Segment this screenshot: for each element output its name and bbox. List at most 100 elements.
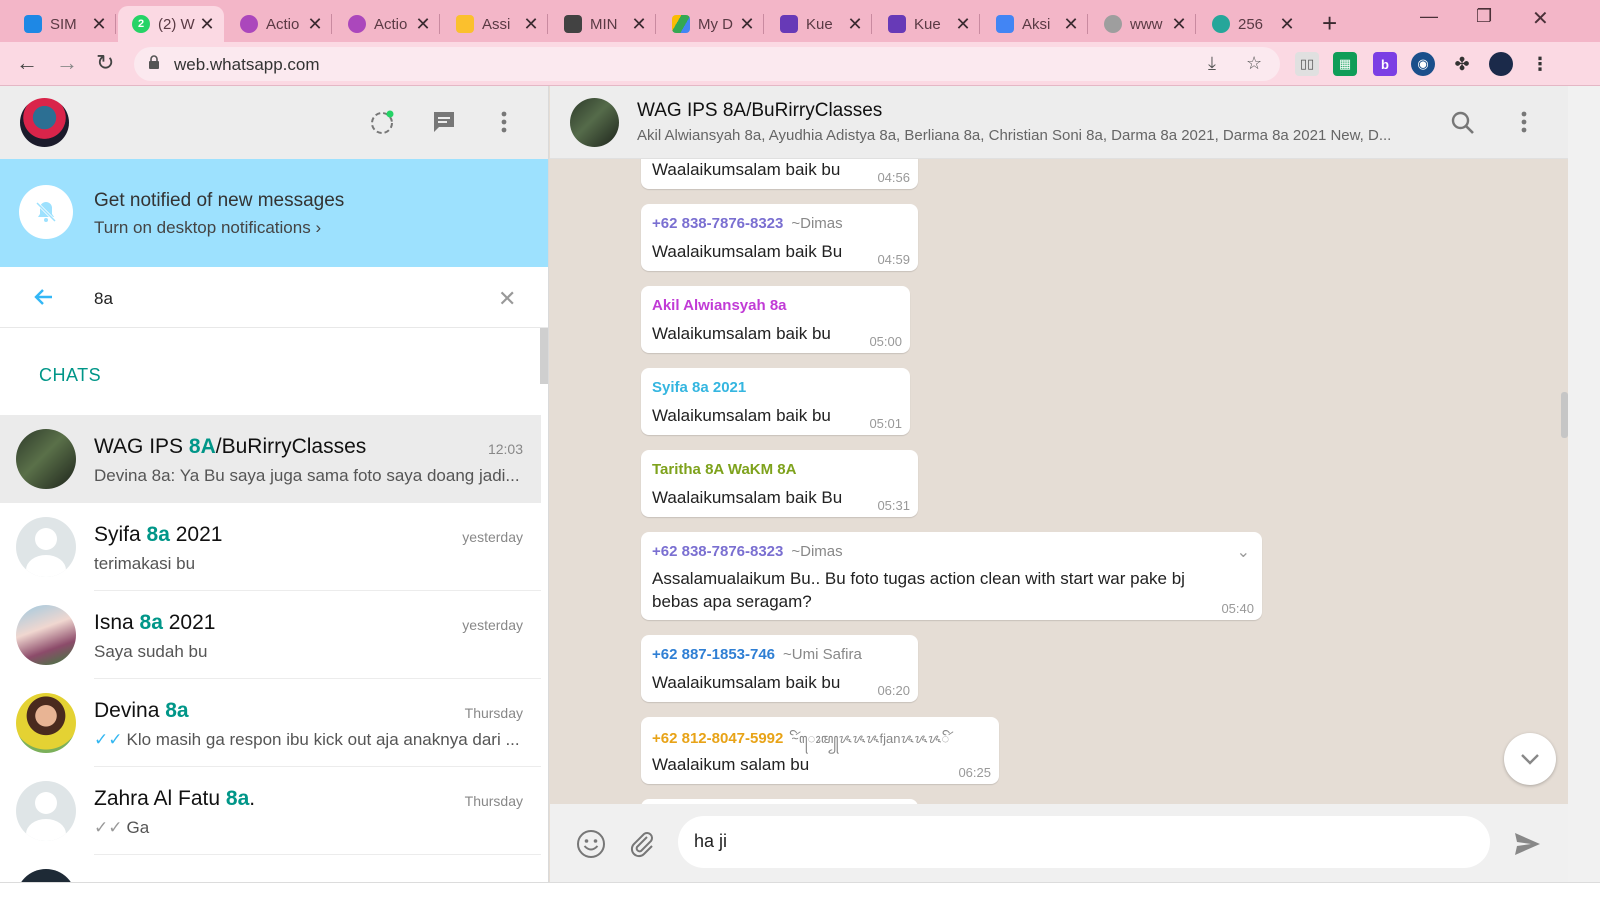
message-bubble[interactable]: Syifa 8a 2021 Walaikumsalam baik bu 05:0… xyxy=(641,368,910,435)
forms-favicon-icon xyxy=(780,15,798,33)
chevron-down-icon[interactable]: ⌄ xyxy=(1237,542,1250,562)
close-tab-icon[interactable]: ✕ xyxy=(522,14,540,35)
chat-item[interactable]: WAG IPS 8A/BuRirryClasses 12:03 Devina 8… xyxy=(0,415,541,503)
new-tab-icon[interactable]: + xyxy=(1322,8,1337,39)
close-tab-icon[interactable]: ✕ xyxy=(630,14,648,35)
chat-name: Isna 8a 2021 xyxy=(94,611,216,634)
status-icon[interactable] xyxy=(368,108,396,136)
message-bubble[interactable]: +62 838-7876-8323 ~Dimas Waalaikumsalam b… xyxy=(641,204,918,271)
puzzle-extensions-icon[interactable]: ✤ xyxy=(1450,52,1474,76)
chat-item[interactable]: Syifa 8a 2021 yesterday terimakasi bu xyxy=(0,503,541,591)
enable-notifications-link[interactable]: Turn on desktop notifications › xyxy=(94,218,321,238)
close-tab-icon[interactable]: ✕ xyxy=(846,14,864,35)
send-icon[interactable] xyxy=(1512,829,1542,859)
bookmark-star-icon[interactable]: ☆ xyxy=(1246,53,1262,74)
search-bar[interactable]: 8a ✕ xyxy=(0,267,548,328)
browser-tab-assi[interactable]: Assi ✕ xyxy=(442,6,548,42)
back-arrow-icon[interactable]: ← xyxy=(16,50,38,76)
conversation-menu-icon[interactable] xyxy=(1510,108,1538,136)
scroll-to-bottom-button[interactable] xyxy=(1504,733,1556,785)
browser-tab-actio[interactable]: Actio ✕ xyxy=(226,6,332,42)
message-text: Waalaikumsalam baik Bu xyxy=(652,242,843,261)
emoji-icon[interactable] xyxy=(576,829,606,859)
browser-toolbar: ← → ↻ web.whatsapp.com ⤓ ☆ ▯▯ ▦ b ◉ ✤ ⋮ xyxy=(0,42,1600,86)
chat-item[interactable] xyxy=(0,855,541,882)
message-bubble[interactable]: Akil Alwiansyah 8a Walaikumsalam baik bu… xyxy=(641,286,910,353)
search-input[interactable]: 8a xyxy=(94,289,113,309)
close-tab-icon[interactable]: ✕ xyxy=(954,14,972,35)
message-list[interactable]: Waalaikumsalam baik bu 04:56 +62 838-787… xyxy=(550,159,1568,804)
message-bubble[interactable]: Taritha 8A WaKM 8A Waalaikumsalam baik B… xyxy=(641,450,918,517)
group-avatar[interactable] xyxy=(570,98,619,147)
message-sender: Syifa 8a 2021 xyxy=(652,379,747,396)
browser-menu-icon[interactable]: ⋮ xyxy=(1528,52,1552,76)
chat-avatar xyxy=(16,429,76,489)
chat-preview: ✓✓ Klo masih ga respon ibu kick out aja a… xyxy=(94,730,520,749)
browser-tab-www[interactable]: www ✕ xyxy=(1090,6,1196,42)
reading-mode-icon[interactable]: ▯▯ xyxy=(1295,52,1319,76)
clear-search-icon[interactable]: ✕ xyxy=(498,286,516,312)
restore-icon[interactable]: ❐ xyxy=(1476,6,1492,27)
docs-favicon-icon xyxy=(996,15,1014,33)
delivered-ticks-icon: ✓✓ xyxy=(94,818,123,837)
page-scrollbar-thumb[interactable] xyxy=(1561,392,1568,438)
tab-title: Assi xyxy=(482,15,511,33)
close-tab-icon[interactable]: ✕ xyxy=(1278,14,1296,35)
browser-tab-sim[interactable]: SIM ✕ xyxy=(10,6,116,42)
message-time: 05:31 xyxy=(877,498,910,513)
page-scrollbar-track[interactable] xyxy=(1568,86,1600,882)
results-scrollbar[interactable] xyxy=(540,328,548,384)
chat-item[interactable]: Devina 8a Thursday ✓✓ Klo masih ga respon… xyxy=(0,679,541,767)
chat-item[interactable]: Isna 8a 2021 yesterday Saya sudah bu xyxy=(0,591,541,679)
new-chat-icon[interactable] xyxy=(430,108,458,136)
close-tab-icon[interactable]: ✕ xyxy=(198,14,216,35)
chat-name: WAG IPS 8A/BuRirryClasses xyxy=(94,435,367,458)
message-input[interactable]: ha ji xyxy=(678,816,1490,868)
message-bubble[interactable]: +62 887-1853-746 ~Umi Safira Waalaikumsal… xyxy=(641,635,918,702)
browser-tab-actio-2[interactable]: Actio ✕ xyxy=(334,6,440,42)
message-bubble[interactable]: Waalaikumsalam baik bu 04:56 xyxy=(641,159,918,189)
browser-tab-kue-2[interactable]: Kue ✕ xyxy=(874,6,980,42)
conversation-header[interactable]: WAG IPS 8A/BuRirryClasses Akil Alwiansya… xyxy=(550,86,1568,159)
browser-tab-whatsapp[interactable]: 2 (2) W ✕ xyxy=(118,6,224,42)
forms-favicon-icon xyxy=(888,15,906,33)
close-tab-icon[interactable]: ✕ xyxy=(306,14,324,35)
chat-item[interactable]: Zahra Al Fatu 8a. Thursday ✓✓ Ga xyxy=(0,767,541,855)
browser-tab-aksi[interactable]: Aksi ✕ xyxy=(982,6,1088,42)
sidebar-menu-icon[interactable] xyxy=(490,108,518,136)
message-bubble[interactable]: +62 812-8047-5992 ~ꦼꦂꦺꦴꦩ꧀ᝰᝰᝰfjanᝰᝰᝰꦼꦂ Waa… xyxy=(641,717,999,784)
address-bar[interactable]: web.whatsapp.com ⤓ ☆ xyxy=(134,47,1280,81)
tab-title: Actio xyxy=(374,15,408,33)
tab-title: Aksi xyxy=(1022,15,1051,33)
browser-tab-min[interactable]: MIN ✕ xyxy=(550,6,656,42)
browser-tab-256[interactable]: 256 ✕ xyxy=(1198,6,1304,42)
close-tab-icon[interactable]: ✕ xyxy=(414,14,432,35)
my-profile-avatar[interactable] xyxy=(20,98,69,147)
browser-tab-my-drive[interactable]: My D ✕ xyxy=(658,6,764,42)
b-extension-icon[interactable]: b xyxy=(1373,52,1397,76)
window-close-icon[interactable]: ✕ xyxy=(1532,6,1549,31)
message-time: 06:25 xyxy=(958,765,991,780)
circle-extension-icon[interactable]: ◉ xyxy=(1411,52,1435,76)
lock-icon[interactable] xyxy=(148,55,160,69)
profile-avatar-icon[interactable] xyxy=(1489,52,1513,76)
chevron-down-icon xyxy=(1521,754,1539,765)
minimize-icon[interactable]: — xyxy=(1420,6,1438,27)
browser-tab-kue[interactable]: Kue ✕ xyxy=(766,6,872,42)
close-tab-icon[interactable]: ✕ xyxy=(738,14,756,35)
sheets-extension-icon[interactable]: ▦ xyxy=(1333,52,1357,76)
attach-paperclip-icon[interactable] xyxy=(627,829,657,859)
close-tab-icon[interactable]: ✕ xyxy=(90,14,108,35)
message-bubble[interactable]: +62 838-7876-8323 ~Dimas ⌄ Assalamualaiku… xyxy=(641,532,1262,620)
close-tab-icon[interactable]: ✕ xyxy=(1062,14,1080,35)
reload-icon[interactable]: ↻ xyxy=(96,50,114,76)
back-arrow-icon[interactable] xyxy=(32,285,56,309)
search-icon[interactable] xyxy=(1450,110,1476,136)
forward-arrow-icon[interactable]: → xyxy=(56,50,78,76)
chat-name: Zahra Al Fatu 8a. xyxy=(94,787,256,810)
url-text: web.whatsapp.com xyxy=(174,55,320,74)
sidebar: Get notified of new messages Turn on des… xyxy=(0,86,549,882)
notification-banner[interactable]: Get notified of new messages Turn on des… xyxy=(0,159,548,267)
close-tab-icon[interactable]: ✕ xyxy=(1170,14,1188,35)
download-icon[interactable]: ⤓ xyxy=(1208,53,1216,74)
